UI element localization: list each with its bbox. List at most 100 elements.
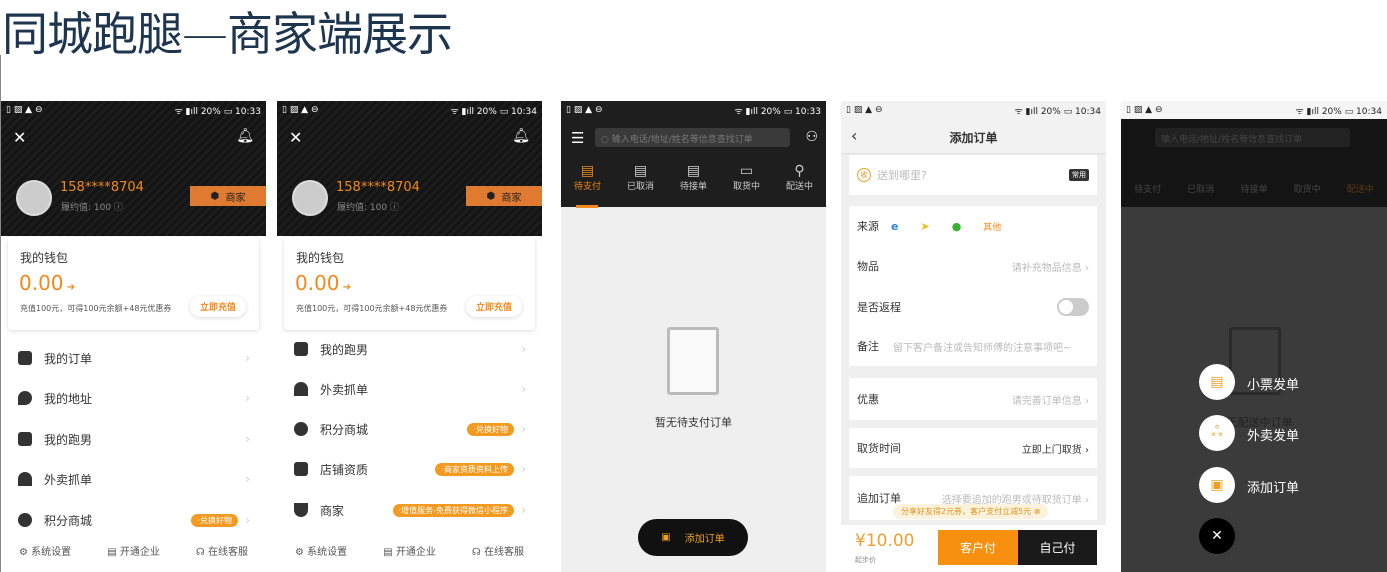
recharge-button[interactable]: 立即充值 bbox=[190, 296, 246, 317]
address-field[interactable]: 收送到哪里? 常用 bbox=[849, 155, 1097, 195]
status-bar: ▯ ▨ ▲ ⊖ ᯤ ▮ıll 20% ▭ 10:33 bbox=[1, 101, 266, 119]
menu-item-orders[interactable]: 我的订单 › bbox=[1, 338, 266, 378]
menu-item-points-mall[interactable]: 积分商城 ·兑换好物 › bbox=[277, 409, 542, 449]
chevron-right-icon: › bbox=[521, 342, 526, 356]
goods-row[interactable]: 物品 请补充物品信息 › bbox=[849, 246, 1097, 286]
settings-label: 系统设置 bbox=[31, 547, 72, 558]
merchant-badge[interactable]: ⬢ 商家 bbox=[190, 186, 266, 206]
menu-item-address[interactable]: 我的地址 › bbox=[1, 378, 266, 418]
customer-pay-button[interactable]: 客户付 bbox=[938, 530, 1018, 565]
enterprise-label: 开通企业 bbox=[119, 547, 160, 558]
tab-label: 待支付 bbox=[573, 182, 601, 192]
status-icons: ▯ ▨ ▲ ⊖ bbox=[846, 105, 883, 115]
field-label: 是否返程 bbox=[857, 301, 901, 314]
tab-picking-up[interactable]: ▭ 取货中 bbox=[733, 163, 760, 192]
enterprise-link[interactable]: ▤ 开通企业 bbox=[107, 543, 160, 558]
close-icon[interactable]: ✕ bbox=[13, 128, 26, 147]
status-icons: ▯ ▨ ▲ ⊖ bbox=[566, 105, 603, 115]
common-address-button[interactable]: 常用 bbox=[1069, 169, 1089, 181]
source-row: 来源 e ➤ ● 其他 bbox=[849, 206, 1097, 246]
return-toggle[interactable] bbox=[1057, 298, 1089, 316]
dish-icon bbox=[294, 382, 308, 396]
toast-text: 分享好友得2元券，客户支付立减5元 bbox=[901, 507, 1032, 516]
status-right: ᯤ ▮ıll 20% ▭ 10:34 bbox=[1295, 106, 1382, 117]
remark-placeholder: 留下客户备注或告知师傅的注意事项吧~ bbox=[893, 342, 1072, 354]
share-toast: 分享好友得2元券，客户支付立减5元 ⊗ bbox=[893, 504, 1049, 519]
menu-item-merchant[interactable]: 商家 ·增值服务-免费获得微信小程序 › bbox=[277, 490, 542, 530]
close-icon[interactable]: ✕ bbox=[289, 128, 302, 147]
runner-icon bbox=[18, 432, 32, 446]
fab-label-receipt[interactable]: 小票发单 bbox=[1247, 374, 1299, 393]
tab-awaiting-pickup[interactable]: ▤ 待接单 bbox=[680, 163, 707, 192]
field-label: 物品 bbox=[857, 260, 879, 273]
tab-pending-payment[interactable]: ▤ 待支付 bbox=[574, 163, 601, 192]
takeout-icon[interactable]: ஃ bbox=[1199, 415, 1235, 451]
receipt-icon[interactable]: ▤ bbox=[1199, 364, 1235, 400]
search-placeholder: 输入电话/地址/姓名等信息查找订单 bbox=[611, 135, 753, 145]
return-row: 是否返程 bbox=[849, 287, 1097, 327]
recharge-button[interactable]: 立即充值 bbox=[466, 296, 522, 317]
stamp-icon bbox=[294, 462, 308, 476]
pickup-time-row[interactable]: 取货时间 立即上门取货 › bbox=[849, 428, 1097, 468]
wallet-amount[interactable]: 0.00 ➔ bbox=[295, 271, 351, 295]
menu-item-takeout[interactable]: 外卖抓单 › bbox=[277, 369, 542, 409]
star-icon bbox=[18, 513, 32, 527]
service-link[interactable]: ☊ 在线客服 bbox=[196, 543, 248, 558]
wallet-note: 充值100元，可得100元余额+48元优惠券 bbox=[296, 304, 448, 313]
menu-item-points-mall[interactable]: 积分商城 ·兑换好物 › bbox=[1, 500, 266, 540]
credit-score: 履约值: 100 ⓘ bbox=[61, 203, 123, 213]
menu-badge: ·兑换好物 bbox=[467, 422, 514, 436]
user-icon[interactable]: ⚇ bbox=[805, 129, 818, 145]
status-right: ᯤ ▮ıll 20% ▭ 10:33 bbox=[174, 106, 261, 117]
close-circle-icon[interactable]: ⊗ bbox=[1034, 507, 1041, 516]
status-bar: ▯ ▨ ▲ ⊖ ᯤ ▮ıll 20% ▭ 10:34 bbox=[841, 101, 1106, 119]
menu-item-runners[interactable]: 我的跑男 › bbox=[277, 329, 542, 369]
remark-row[interactable]: 备注 留下客户备注或告知师傅的注意事项吧~ bbox=[849, 327, 1097, 365]
phone-number: 158****8704 bbox=[336, 180, 420, 195]
source-other[interactable]: 其他 bbox=[983, 220, 1001, 233]
menu-icon[interactable]: ☰ bbox=[571, 129, 584, 147]
menu-item-store-qualification[interactable]: 店铺资质 ·商家资质资料上传 › bbox=[277, 449, 542, 489]
pickup-value: 立即上门取货 bbox=[1021, 444, 1082, 456]
chevron-right-icon: › bbox=[521, 462, 526, 476]
close-icon[interactable]: ✕ bbox=[1199, 518, 1235, 554]
service-link[interactable]: ☊ 在线客服 bbox=[472, 543, 524, 558]
menu-label: 我的地址 bbox=[44, 391, 93, 406]
menu-item-takeout[interactable]: 外卖抓单 › bbox=[1, 459, 266, 499]
wechat-icon[interactable]: ● bbox=[952, 220, 962, 233]
settings-link[interactable]: ⚙ 系统设置 bbox=[19, 543, 71, 558]
tab-label: 已取消 bbox=[626, 182, 654, 192]
dish-icon bbox=[18, 472, 32, 486]
self-pay-button[interactable]: 自己付 bbox=[1018, 530, 1097, 565]
meituan-icon[interactable]: ➤ bbox=[920, 220, 929, 233]
avatar[interactable] bbox=[292, 180, 328, 216]
bell-icon[interactable]: 🔔︎ bbox=[512, 128, 530, 144]
tab-label: 待支付 bbox=[1134, 185, 1162, 195]
goods-placeholder: 请补充物品信息 bbox=[1011, 262, 1082, 274]
eleme-icon[interactable]: e bbox=[891, 220, 898, 233]
menu-item-runners[interactable]: 我的跑男 › bbox=[1, 419, 266, 459]
order-tabs: 待支付 已取消 待接单 取货中 配送中 bbox=[1121, 163, 1387, 195]
menu-badge: ·商家资质资料上传 bbox=[435, 462, 514, 476]
fab-label-takeout[interactable]: 外卖发单 bbox=[1247, 425, 1299, 444]
discount-row[interactable]: 优惠 请完善订单信息 › bbox=[849, 378, 1097, 420]
field-label: 取货时间 bbox=[857, 442, 901, 455]
clipboard-icon bbox=[667, 327, 719, 395]
fab-label-add-order[interactable]: 添加订单 bbox=[1247, 477, 1299, 496]
bell-icon[interactable]: 🔔︎ bbox=[236, 128, 254, 144]
star-icon bbox=[294, 422, 308, 436]
tab-delivering[interactable]: ⚲ 配送中 bbox=[786, 163, 813, 192]
chevron-right-icon: › bbox=[245, 432, 250, 446]
add-order-button[interactable]: ▣ 添加订单 bbox=[638, 519, 748, 556]
wallet-amount[interactable]: 0.00 ➔ bbox=[19, 271, 75, 295]
merchant-badge[interactable]: ⬢ 商家 bbox=[466, 186, 542, 206]
menu-badge: ·增值服务-免费获得微信小程序 bbox=[392, 503, 514, 517]
search-input[interactable]: ○ 输入电话/地址/姓名等信息查找订单 bbox=[595, 128, 790, 147]
enterprise-link[interactable]: ▤ 开通企业 bbox=[383, 543, 436, 558]
tab-label: 待接单 bbox=[1240, 185, 1268, 195]
settings-link[interactable]: ⚙ 系统设置 bbox=[295, 543, 347, 558]
add-order-icon[interactable]: ▣ bbox=[1199, 467, 1235, 503]
tab-cancelled[interactable]: ▤ 已取消 bbox=[627, 163, 654, 192]
arrow-circle-icon: ➔ bbox=[339, 282, 352, 293]
avatar[interactable] bbox=[16, 180, 52, 216]
